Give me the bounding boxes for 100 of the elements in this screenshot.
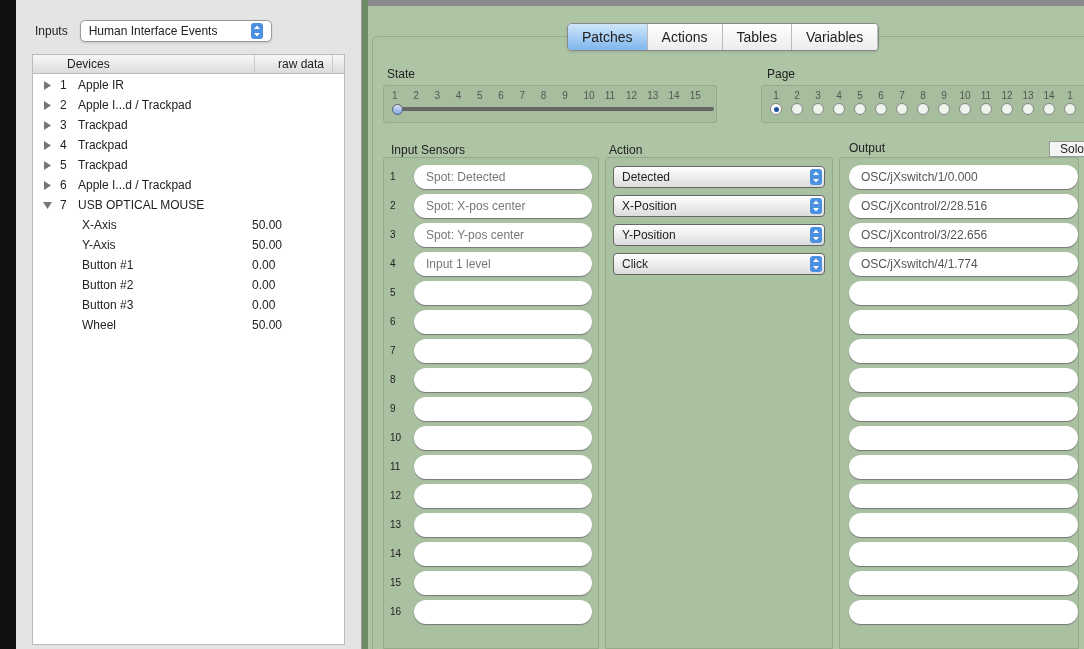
tab[interactable]: Actions xyxy=(647,24,723,50)
slider-thumb[interactable] xyxy=(392,103,403,115)
page-radio[interactable] xyxy=(875,103,887,115)
page-radio[interactable] xyxy=(1064,103,1076,115)
output-field[interactable] xyxy=(849,425,1078,450)
raw-value: 50.00 xyxy=(252,217,283,234)
axis-name: Button #2 xyxy=(82,277,135,294)
sensor-field[interactable]: Spot: Detected xyxy=(414,164,592,189)
raw-value: 0.00 xyxy=(252,297,276,314)
page-number: 9 xyxy=(941,89,947,103)
sensor-field[interactable] xyxy=(414,280,592,305)
device-number: 7 xyxy=(60,197,68,214)
page-radio[interactable] xyxy=(980,103,992,115)
page-radio[interactable] xyxy=(812,103,824,115)
page-radio[interactable] xyxy=(1001,103,1013,115)
page-radio[interactable] xyxy=(770,103,782,115)
page-radio[interactable] xyxy=(791,103,803,115)
raw-value: 0.00 xyxy=(252,277,276,294)
sensor-field[interactable] xyxy=(414,454,592,479)
page-radio[interactable] xyxy=(938,103,950,115)
inputs-label: Inputs xyxy=(35,23,68,40)
page-radio[interactable] xyxy=(917,103,929,115)
tick-label: 8 xyxy=(540,89,548,103)
sensor-field[interactable] xyxy=(414,483,592,508)
sensor-field[interactable] xyxy=(414,309,592,334)
page-radio[interactable] xyxy=(896,103,908,115)
device-number: 1 xyxy=(60,77,68,94)
axis-name: X-Axis xyxy=(82,217,118,234)
axis-name: Button #3 xyxy=(82,297,135,314)
tick-label: 15 xyxy=(689,89,702,103)
output-field[interactable] xyxy=(849,338,1078,363)
output-field[interactable]: OSC/jXcontrol/2/28.516 xyxy=(849,193,1078,218)
tick-label: 5 xyxy=(477,89,484,103)
device-name[interactable]: Apple I...d / Trackpad xyxy=(78,96,192,114)
sensor-field[interactable] xyxy=(414,425,592,450)
output-field[interactable] xyxy=(849,483,1078,508)
sensor-field[interactable]: Spot: X-pos center xyxy=(414,193,592,218)
sensor-field[interactable] xyxy=(414,570,592,595)
row-number: 8 xyxy=(390,373,397,387)
sensor-field[interactable]: Spot: Y-pos center xyxy=(414,222,592,247)
device-name[interactable]: Trackpad xyxy=(78,136,128,154)
sensor-text: Spot: Y-pos center xyxy=(426,226,525,244)
tab[interactable]: Variables xyxy=(792,24,879,50)
sensor-field[interactable] xyxy=(414,396,592,421)
device-name[interactable]: Apple IR xyxy=(78,76,125,94)
output-field[interactable]: OSC/jXcontrol/3/22.656 xyxy=(849,222,1078,247)
page-number: 6 xyxy=(878,89,884,103)
sensor-field[interactable]: Input 1 level xyxy=(414,251,592,276)
device-name[interactable]: Trackpad xyxy=(78,156,128,174)
raw-value: 50.00 xyxy=(252,237,283,254)
axis-name: Wheel xyxy=(82,317,117,334)
action-dropdown[interactable]: Detected xyxy=(613,165,825,188)
output-field[interactable] xyxy=(849,309,1078,334)
sensor-field[interactable] xyxy=(414,599,592,624)
output-field[interactable]: OSC/jXswitch/4/1.774 xyxy=(849,251,1078,276)
output-field[interactable] xyxy=(849,570,1078,595)
page-number: 4 xyxy=(836,89,842,103)
sensor-field[interactable] xyxy=(414,541,592,566)
output-field[interactable] xyxy=(849,599,1078,624)
sensor-text: Spot: Detected xyxy=(426,168,506,186)
action-dropdown[interactable]: X-Position xyxy=(613,194,825,217)
output-field[interactable] xyxy=(849,454,1078,479)
output-field[interactable]: OSC/jXswitch/1/0.000 xyxy=(849,164,1078,189)
page-radio[interactable] xyxy=(833,103,845,115)
stepper-icon xyxy=(250,23,263,39)
device-name[interactable]: Apple I...d / Trackpad xyxy=(78,176,192,194)
column-title: Output xyxy=(848,140,886,157)
tick-label: 9 xyxy=(562,89,569,103)
action-dropdown[interactable]: Click xyxy=(613,252,825,275)
page-number: 2 xyxy=(794,89,800,103)
output-field[interactable] xyxy=(849,396,1078,421)
row-number: 3 xyxy=(390,228,397,242)
device-name[interactable]: Trackpad xyxy=(78,116,128,134)
sensor-field[interactable] xyxy=(414,367,592,392)
output-field[interactable] xyxy=(849,541,1078,566)
page-radio[interactable] xyxy=(959,103,971,115)
output-field[interactable] xyxy=(849,367,1078,392)
tick-label: 11 xyxy=(604,89,617,103)
tick-label: 3 xyxy=(434,89,442,103)
output-field[interactable] xyxy=(849,280,1078,305)
page-radio[interactable] xyxy=(1043,103,1055,115)
column-header[interactable]: raw data xyxy=(255,55,333,73)
tab[interactable]: Patches xyxy=(568,24,648,50)
state-slider[interactable] xyxy=(392,103,714,115)
sensor-field[interactable] xyxy=(414,338,592,363)
tab[interactable]: Tables xyxy=(722,24,792,50)
solo-button[interactable]: Solo xyxy=(1048,141,1084,157)
stepper-icon xyxy=(810,226,822,243)
device-name[interactable]: USB OPTICAL MOUSE xyxy=(78,196,205,214)
action-dropdown[interactable]: Y-Position xyxy=(613,223,825,246)
inputs-dropdown[interactable]: Human Interface Events xyxy=(79,20,272,42)
tick-label: 7 xyxy=(519,89,527,103)
column-header[interactable]: Devices xyxy=(33,55,255,73)
sensor-field[interactable] xyxy=(414,512,592,537)
page-radio[interactable] xyxy=(1022,103,1034,115)
page-radio[interactable] xyxy=(854,103,866,115)
tick-label: 12 xyxy=(625,89,639,103)
device-number: 4 xyxy=(60,137,68,154)
output-field[interactable] xyxy=(849,512,1078,537)
expanded-triangle-icon[interactable] xyxy=(43,200,52,210)
